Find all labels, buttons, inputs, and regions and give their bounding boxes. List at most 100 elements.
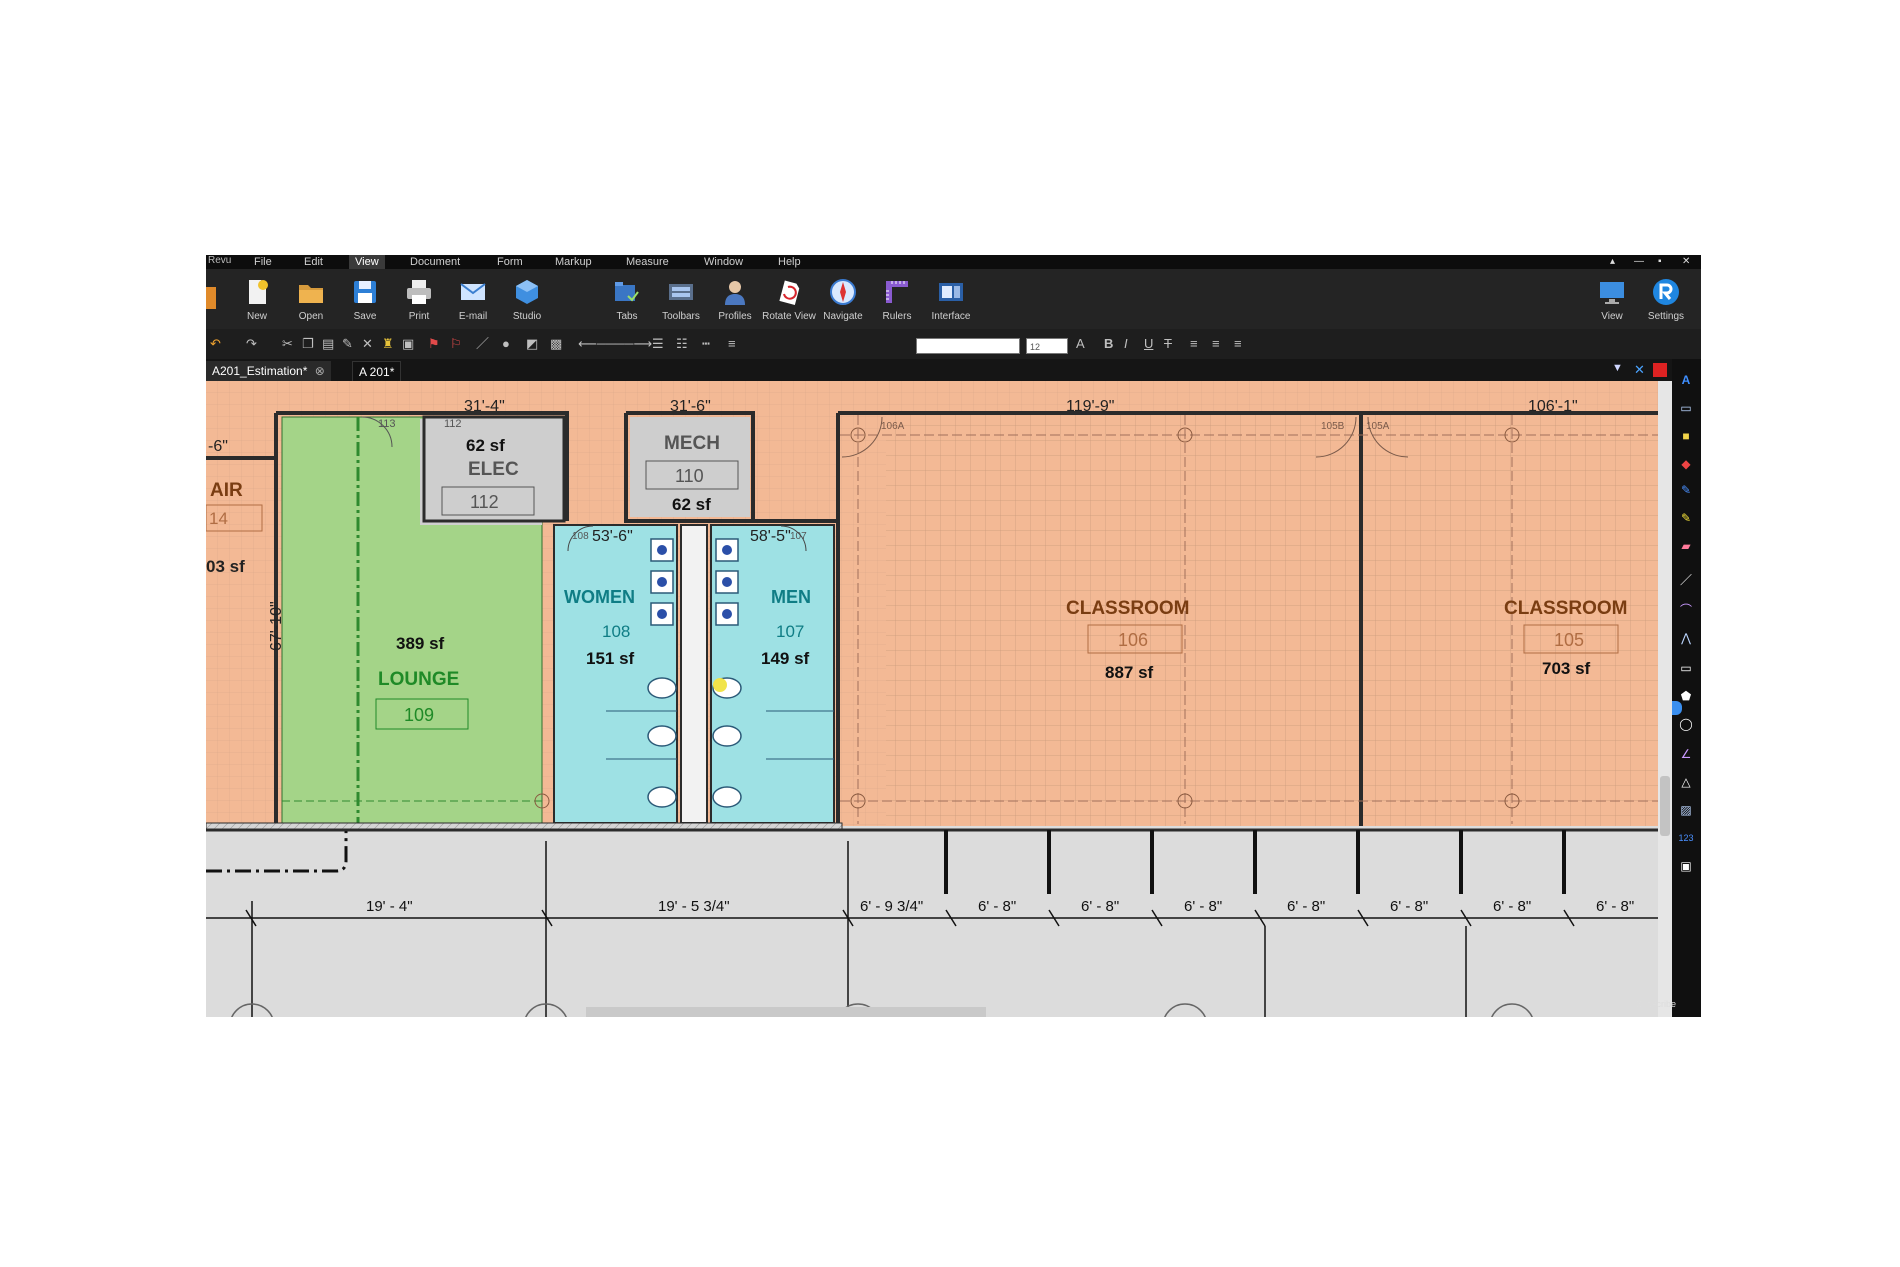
view-button[interactable]: View: [1585, 271, 1639, 327]
dim-bottom-7: 6' - 8": [1287, 898, 1325, 915]
menu-help[interactable]: Help: [772, 255, 807, 269]
rotate-view-button[interactable]: Rotate View: [762, 271, 816, 327]
maximize-button[interactable]: ▪: [1658, 255, 1662, 269]
menu-window[interactable]: Window: [698, 255, 749, 269]
italic-icon[interactable]: I: [1124, 337, 1128, 351]
dim-bottom-9: 6' - 8": [1493, 898, 1531, 915]
women-door-tag: 108: [572, 531, 589, 542]
ellipse-icon[interactable]: ◯: [1678, 717, 1694, 731]
tabs-dropdown-icon[interactable]: ▼: [1612, 362, 1623, 374]
studio-button[interactable]: Studio: [500, 271, 554, 327]
print-button[interactable]: Print: [392, 271, 446, 327]
pin-panel-icon[interactable]: [1653, 363, 1667, 377]
line-color-icon[interactable]: ／: [476, 337, 489, 351]
eraser-icon[interactable]: ▰: [1678, 539, 1694, 553]
font-family-select[interactable]: [916, 338, 1020, 354]
tab-close-icon[interactable]: ⊗: [315, 364, 325, 378]
dim-bottom-1: 19' - 4": [366, 898, 413, 915]
studio-label: Studio: [512, 311, 542, 322]
pen-icon[interactable]: ✎: [1678, 483, 1694, 497]
drawing-canvas[interactable]: AIR 14 03 sf -6" 389 sf LOUNGE 109 113 6…: [206, 381, 1672, 1017]
bold-icon[interactable]: B: [1104, 337, 1113, 351]
fill-color-icon[interactable]: ●: [502, 337, 510, 351]
tab-a-201[interactable]: A 201*: [352, 361, 402, 383]
stamp-icon[interactable]: ♜: [382, 337, 394, 351]
snapshot-icon[interactable]: ▣: [402, 337, 414, 351]
horizontal-scrollbar[interactable]: [586, 1007, 986, 1017]
paste-icon[interactable]: ▤: [322, 337, 334, 351]
text-tool-icon[interactable]: A: [1678, 373, 1694, 387]
interface-button[interactable]: Interface: [924, 271, 978, 327]
tabs-button[interactable]: Tabs: [600, 271, 654, 327]
format-painter-icon[interactable]: ✎: [342, 337, 353, 351]
unflatten-icon[interactable]: ⚐: [450, 337, 462, 351]
right-tool-strip: A ▭ ■ ◆ ✎ ✎ ▰ ／ ⌒ ⋀ ▭ ⬟ ◯ ∠ △ ▨ 123 ▣: [1672, 359, 1701, 1017]
new-document-icon: [249, 280, 268, 304]
save-button[interactable]: Save: [338, 271, 392, 327]
arc-tool-icon[interactable]: ⌒: [1678, 603, 1694, 617]
women-number: 108: [602, 622, 630, 641]
highlighter-icon[interactable]: ✎: [1678, 511, 1694, 525]
image-tool-icon[interactable]: ▨: [1678, 803, 1694, 817]
new-button[interactable]: New: [230, 271, 284, 327]
line-weight-icon[interactable]: ☰: [652, 337, 664, 351]
menu-document[interactable]: Document: [404, 255, 466, 269]
note-icon[interactable]: ■: [1678, 429, 1694, 443]
close-document-icon[interactable]: ✕: [1634, 362, 1645, 378]
polygon-icon[interactable]: ⬟: [1678, 689, 1694, 703]
area-tool-icon[interactable]: △: [1678, 775, 1694, 789]
count-tool-icon[interactable]: 123: [1678, 831, 1694, 845]
align-center-icon[interactable]: ≡: [1212, 337, 1220, 351]
dim-bottom-3: 6' - 9 3/4": [860, 898, 923, 915]
settings-label: Settings: [1647, 311, 1685, 322]
strikethrough-icon[interactable]: T: [1164, 337, 1172, 351]
menu-measure[interactable]: Measure: [620, 255, 675, 269]
measure-angle-icon[interactable]: ∠: [1678, 747, 1694, 761]
underline-icon[interactable]: U: [1144, 337, 1153, 351]
menu-edit[interactable]: Edit: [298, 255, 329, 269]
email-button[interactable]: E-mail: [446, 271, 500, 327]
align-right-icon[interactable]: ≡: [1234, 337, 1242, 351]
border-style-icon[interactable]: ≡: [728, 337, 736, 351]
delete-icon[interactable]: ✕: [362, 337, 373, 351]
settings-button[interactable]: Settings: [1639, 271, 1693, 327]
align-left-icon[interactable]: ≡: [1190, 337, 1198, 351]
close-window-button[interactable]: ✕: [1682, 255, 1690, 269]
menu-form[interactable]: Form: [491, 255, 529, 269]
copy-icon[interactable]: ❐: [302, 337, 314, 351]
vertical-scroll-thumb[interactable]: [1660, 776, 1670, 836]
polyline-icon[interactable]: ⋀: [1678, 631, 1694, 645]
rulers-button[interactable]: Rulers: [870, 271, 924, 327]
menu-view[interactable]: View: [349, 255, 385, 269]
opacity-icon[interactable]: ◩: [526, 337, 538, 351]
undo-icon[interactable]: ↶: [210, 337, 221, 351]
open-button[interactable]: Open: [284, 271, 338, 327]
flatten-icon[interactable]: ⚑: [428, 337, 440, 351]
line-style-icon[interactable]: ⟵────⟶: [578, 337, 652, 351]
men-room[interactable]: [710, 524, 835, 824]
minimize-button[interactable]: —: [1634, 255, 1644, 269]
redo-icon[interactable]: ↷: [246, 337, 257, 351]
vertical-scrollbar[interactable]: [1658, 381, 1672, 1017]
profiles-button[interactable]: Profiles: [708, 271, 762, 327]
font-size-select[interactable]: 12: [1026, 338, 1068, 354]
tab-a201-estimation[interactable]: A201_Estimation* ⊗: [206, 361, 331, 381]
line-tool-icon[interactable]: ／: [1678, 573, 1694, 587]
line-end-icon[interactable]: ☷: [676, 337, 688, 351]
menu-file[interactable]: File: [248, 255, 278, 269]
snapshot-tool-icon[interactable]: ▣: [1678, 859, 1694, 873]
dash-style-icon[interactable]: ┅: [702, 337, 710, 351]
text-color-icon[interactable]: A: [1076, 337, 1085, 351]
ribbon-collapse-button[interactable]: ▴: [1610, 255, 1615, 269]
hatch-pattern-icon[interactable]: ▩: [550, 337, 562, 351]
toolbars-button[interactable]: Toolbars: [654, 271, 708, 327]
navigate-button[interactable]: Navigate: [816, 271, 870, 327]
rectangle-icon[interactable]: ▭: [1678, 661, 1694, 675]
cut-icon[interactable]: ✂: [282, 337, 293, 351]
panel-expand-handle[interactable]: [1672, 701, 1682, 715]
women-room[interactable]: [553, 524, 678, 824]
typewriter-icon[interactable]: ▭: [1678, 401, 1694, 415]
email-label: E-mail: [458, 311, 488, 322]
menu-markup[interactable]: Markup: [549, 255, 598, 269]
callout-icon[interactable]: ◆: [1678, 457, 1694, 471]
